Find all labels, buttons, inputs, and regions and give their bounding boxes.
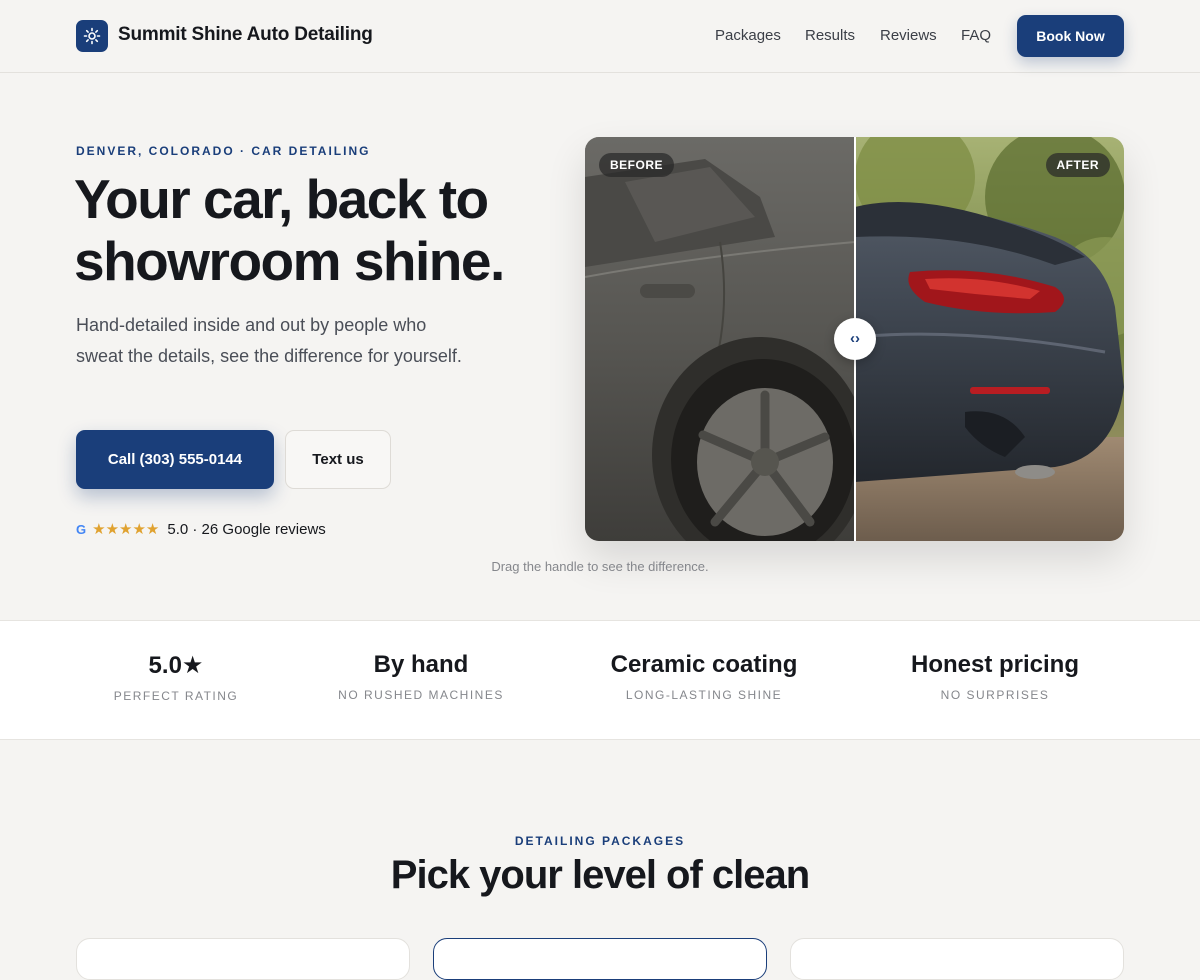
package-card-featured[interactable] [433,938,767,980]
package-card[interactable] [76,938,410,980]
stat-item: Honest pricing NO SURPRISES [865,651,1125,702]
stat-label: NO RUSHED MACHINES [338,688,504,702]
nav-packages[interactable]: Packages [715,27,781,44]
nav-results[interactable]: Results [805,27,855,44]
stats-band: 5.0★ PERFECT RATING By hand NO RUSHED MA… [0,620,1200,740]
hero-eyebrow: DENVER, COLORADO · CAR DETAILING [76,144,371,158]
stat-value: By hand [373,651,469,678]
site-header: Summit Shine Auto Detailing Packages Res… [0,0,1200,73]
stat-value: Honest pricing [910,651,1079,678]
before-after-slider[interactable]: BEFORE AFTER ‹› [585,137,1124,541]
google-rating[interactable]: G ★★★★★ 5.0 · 26 Google reviews [76,520,326,538]
stat-value: Ceramic coating [610,651,798,678]
package-card[interactable] [790,938,1124,980]
stat-label: LONG-LASTING SHINE [625,688,783,702]
before-label: BEFORE [599,153,675,177]
after-label: AFTER [1045,153,1110,177]
google-icon: G [76,522,87,537]
book-now-button[interactable]: Book Now [1017,15,1124,57]
stat-item: 5.0★ PERFECT RATING [46,651,306,703]
slider-caption: Drag the handle to see the difference. [491,559,709,574]
packages-eyebrow: DETAILING PACKAGES [514,834,686,848]
drag-handle-icon[interactable]: ‹› [834,318,876,360]
text-us-button[interactable]: Text us [285,430,391,489]
stat-value: 5.0★ [148,652,204,679]
stat-label: PERFECT RATING [113,689,239,703]
brand-name[interactable]: Summit Shine Auto Detailing [118,24,373,46]
rating-text: 5.0 · 26 Google reviews [167,521,326,538]
call-button[interactable]: Call (303) 555-0144 [76,430,274,489]
hero-subtitle: Hand-detailed inside and out by people w… [76,315,462,366]
sun-logo-icon[interactable] [76,20,108,52]
nav-faq[interactable]: FAQ [961,27,991,44]
nav-reviews[interactable]: Reviews [880,27,937,44]
packages-title: Pick your level of clean [390,853,810,897]
hero-title: Your car, back to showroom shine. [74,168,505,292]
stat-item: Ceramic coating LONG-LASTING SHINE [574,651,834,702]
stat-item: By hand NO RUSHED MACHINES [291,651,551,702]
star-rating-icon: ★★★★★ [92,521,160,538]
stat-label: NO SURPRISES [940,688,1050,702]
